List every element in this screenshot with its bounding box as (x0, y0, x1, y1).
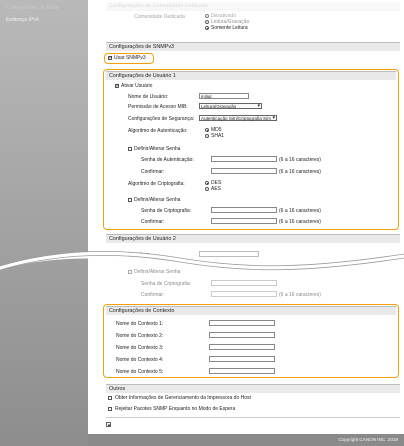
auth-confirm-label: Confirmar: (141, 169, 165, 175)
auth-algorithm-label: Algoritmo de Autenticação: (128, 128, 188, 134)
context-name-3-label: Nome do Contexto 3: (116, 345, 164, 351)
user2-crypt-password-label: Senha de Criptografia: (141, 281, 192, 287)
security-settings-label: Configurações de Segurança: (128, 116, 195, 122)
reject-snmp-label: Rejeitar Pacotes SNMP Enquanto no Modo d… (115, 406, 236, 412)
enable-user1-label: Ativar Usuário (121, 83, 153, 89)
user2-confirm-hint: (6 a 16 caracteres) (279, 292, 321, 298)
radio-readonly[interactable] (205, 26, 209, 30)
auth-md5-radio[interactable] (205, 128, 209, 132)
crypt-password-input[interactable] (211, 207, 277, 213)
context-name-5-input[interactable] (209, 368, 275, 374)
dedicated-community-label: Comunidade Dedicada (134, 14, 185, 20)
user2-crypt-password-input[interactable] (211, 280, 277, 286)
auth-password-hint: (6 a 16 caracteres) (279, 157, 321, 163)
user2-set-password-checkbox[interactable] (128, 270, 132, 274)
context-name-4-input[interactable] (209, 356, 275, 362)
auth-confirm-input[interactable] (211, 168, 277, 174)
radio-disabled[interactable] (205, 14, 209, 18)
page-cut-graphic (0, 250, 404, 271)
community-header: Configurações de Comunidade Dedicada (106, 2, 400, 11)
divider (106, 417, 400, 418)
auth-password-label: Senha de Autenticação: (141, 157, 194, 163)
crypt-confirm-hint: (6 a 16 caracteres) (279, 219, 321, 225)
crypt-password-hint: (6 a 16 caracteres) (279, 208, 321, 214)
crypt-aes-radio[interactable] (205, 187, 209, 191)
context-name-4-label: Nome do Contexto 4: (116, 357, 164, 363)
auth-sha1-label: SHA1 (211, 133, 225, 139)
user2-section-title: Configurações de Usuário 2 (106, 234, 400, 243)
crypt-aes-label: AES (211, 186, 222, 192)
option-readonly: Somente Leitura (211, 25, 248, 31)
context-section-title: Configurações de Contexto (106, 306, 396, 315)
mib-permission-select[interactable]: Leitura/Gravação (199, 103, 262, 109)
context-name-2-label: Nome do Contexto 2: (116, 333, 164, 339)
set-crypt-password-label: Definir/Alterar Senha (134, 197, 181, 203)
enable-user1-checkbox[interactable] (115, 83, 120, 89)
crypt-confirm-input[interactable] (211, 218, 277, 224)
sidebar: Configurações de Rede Endereço IPv4 (0, 0, 88, 446)
reject-snmp-checkbox[interactable] (108, 407, 112, 411)
sidebar-item-network[interactable]: Configurações de Rede (6, 5, 59, 11)
auth-confirm-hint: (6 a 16 caracteres) (279, 169, 321, 175)
others-section-title: Outros (106, 384, 400, 393)
crypt-des-radio[interactable] (205, 181, 209, 185)
user2-confirm-label: Confirmar: (141, 292, 165, 298)
context-name-3-input[interactable] (209, 344, 275, 350)
user2-confirm-input[interactable] (211, 291, 277, 297)
user1-section-title: Configurações de Usuário 1 (106, 71, 396, 80)
user2-set-password-label: Definir/Alterar Senha (134, 269, 181, 275)
obtain-info-label: Obter Informações de Gerenciamento da Im… (115, 395, 251, 401)
set-auth-password-checkbox[interactable] (128, 147, 132, 151)
use-snmpv3-label: Usar SNMPv3 (114, 55, 146, 61)
mib-permission-label: Permissão de Acesso MIB: (128, 104, 188, 110)
radio-readwrite[interactable] (205, 20, 209, 24)
context-name-1-input[interactable] (209, 320, 275, 326)
username-input[interactable]: initial (199, 93, 249, 99)
security-settings-select[interactable]: Autenticação Sim/Criptografia Sim (199, 115, 277, 121)
username-label: Nome de Usuário: (128, 94, 169, 100)
page-top-icon[interactable]: ▲ (106, 422, 111, 427)
sidebar-item-ipv4[interactable]: Endereço IPv4 (6, 17, 39, 23)
context-name-5-label: Nome do Contexto 5: (116, 369, 164, 375)
context-name-1-label: Nome do Contexto 1: (116, 321, 164, 327)
context-name-2-input[interactable] (209, 332, 275, 338)
auth-sha1-radio[interactable] (205, 134, 209, 138)
auth-password-input[interactable] (211, 156, 277, 162)
crypt-algorithm-label: Algoritmo de Criptografia: (128, 181, 185, 187)
copyright-text: Copyright CANON INC. 2019 (338, 437, 399, 442)
use-snmpv3-checkbox[interactable] (108, 55, 113, 61)
set-crypt-password-checkbox[interactable] (128, 198, 132, 202)
set-auth-password-label: Definir/Alterar Senha (134, 146, 181, 152)
obtain-info-checkbox[interactable] (108, 396, 112, 400)
crypt-password-label: Senha de Criptografia: (141, 208, 192, 214)
footer: Copyright CANON INC. 2019 (88, 434, 404, 446)
snmpv3-section-title: Configurações de SNMPv3 (106, 42, 400, 51)
crypt-confirm-label: Confirmar: (141, 219, 165, 225)
